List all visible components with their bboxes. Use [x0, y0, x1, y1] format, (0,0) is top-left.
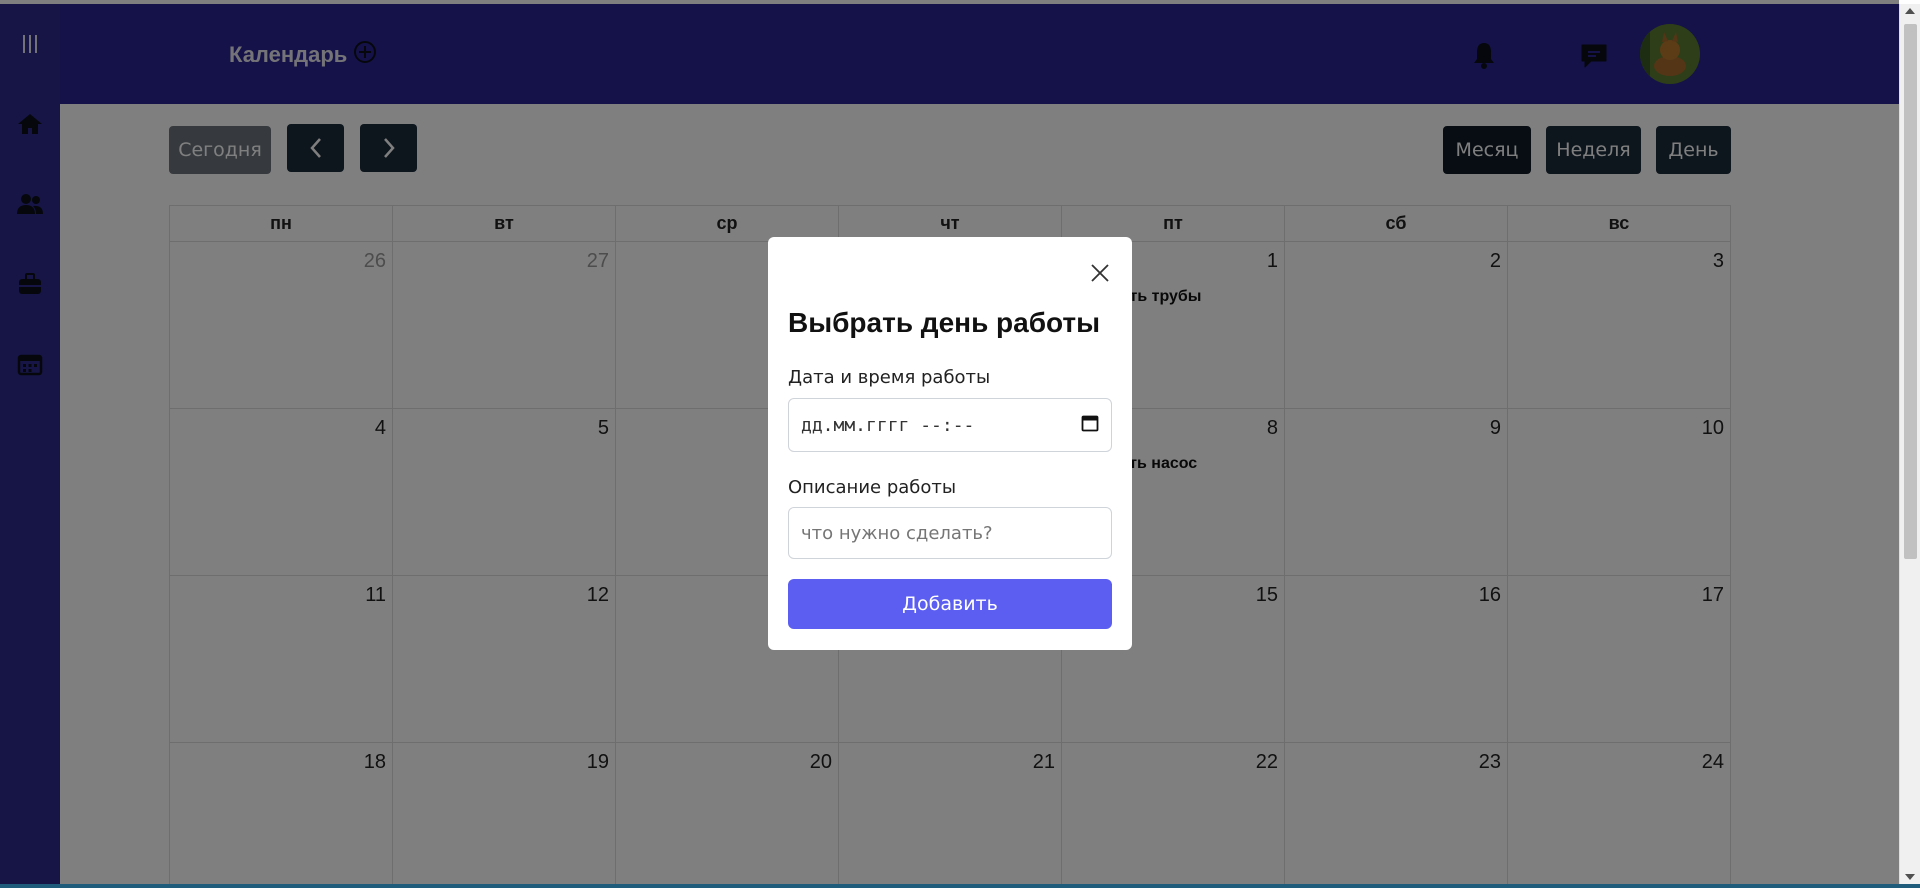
datetime-placeholder: дд.мм.гггг --:-- [801, 414, 975, 436]
scroll-down-arrow-icon[interactable] [1905, 874, 1915, 880]
scrollbar-thumb[interactable] [1904, 24, 1917, 559]
add-button[interactable]: Добавить [788, 579, 1112, 629]
scroll-up-arrow-icon[interactable] [1905, 8, 1915, 14]
page-scrollbar[interactable] [1899, 4, 1920, 884]
datetime-input[interactable]: дд.мм.гггг --:-- [788, 398, 1112, 452]
description-input[interactable] [788, 507, 1112, 559]
date-label: Дата и время работы [788, 367, 991, 388]
calendar-picker-icon[interactable] [1081, 414, 1099, 437]
add-work-modal: Выбрать день работы Дата и время работы … [768, 237, 1132, 650]
close-icon[interactable] [1088, 261, 1112, 285]
description-label: Описание работы [788, 477, 957, 498]
modal-title: Выбрать день работы [788, 307, 1101, 338]
